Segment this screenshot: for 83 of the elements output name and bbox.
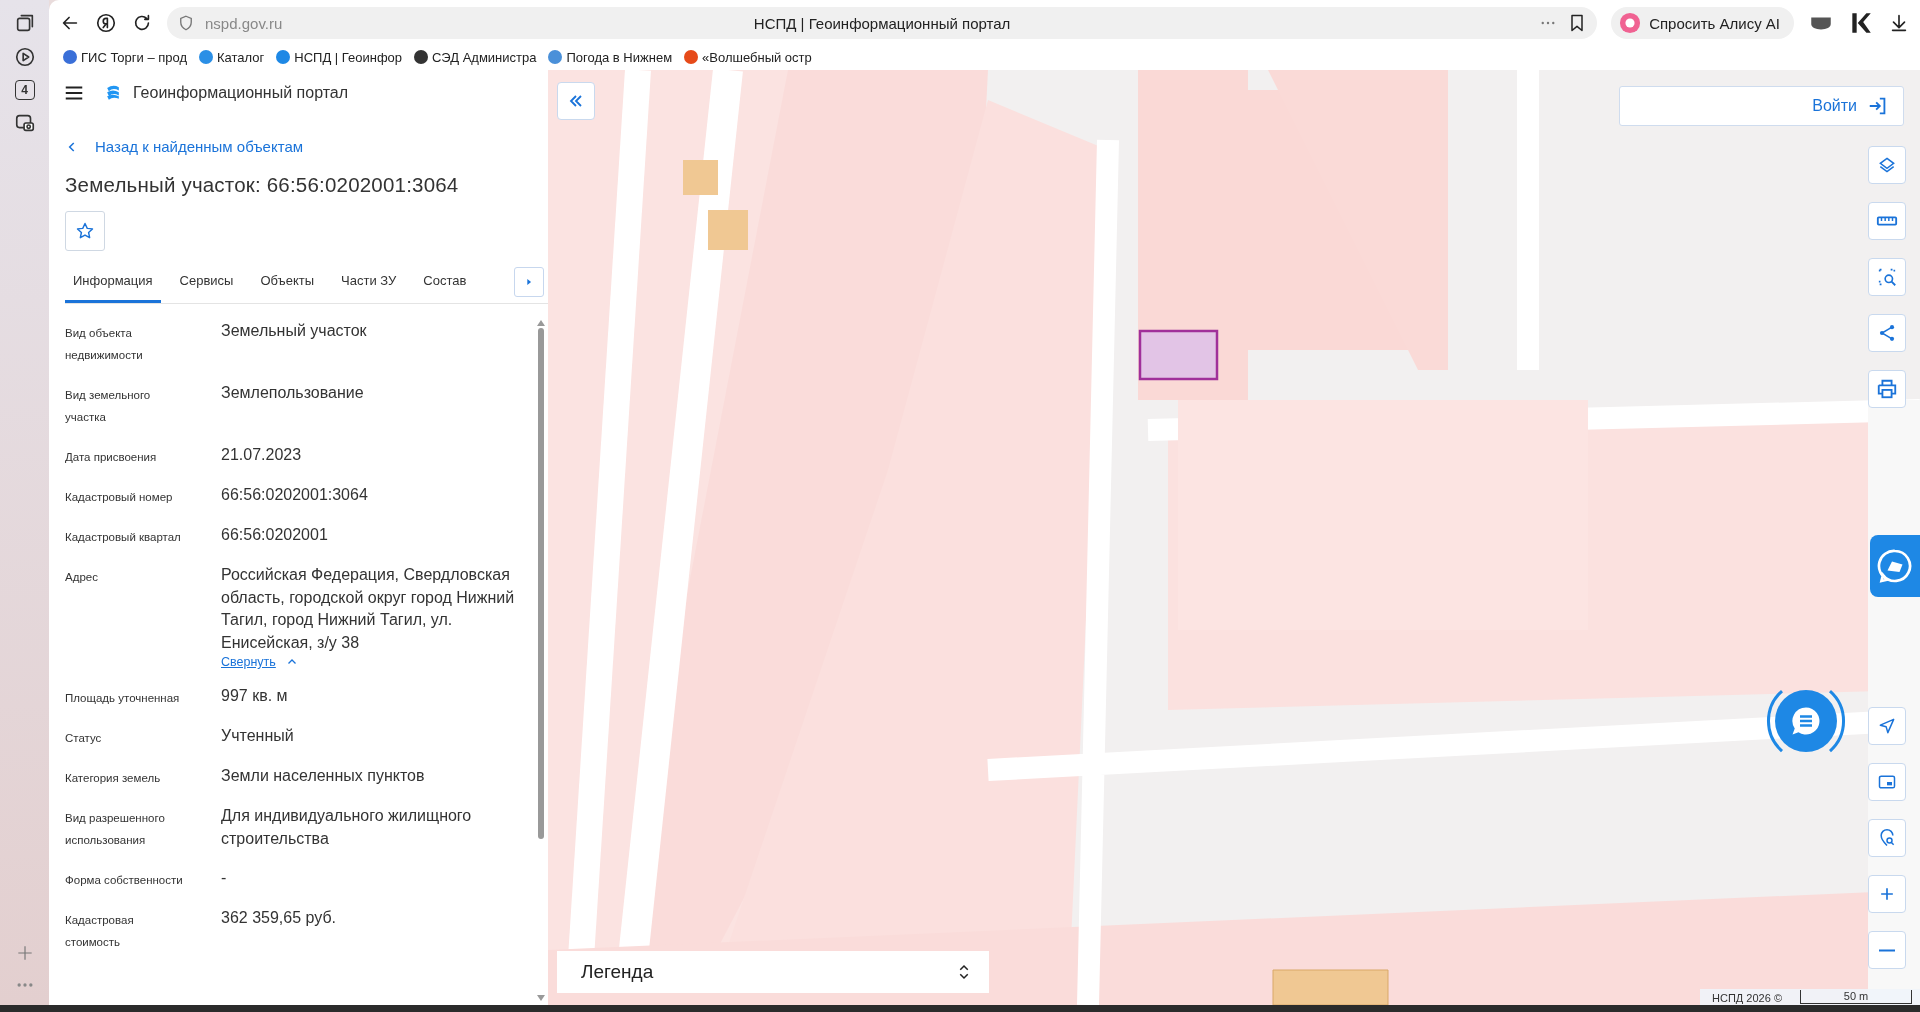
tab[interactable]: Состав [415, 263, 475, 303]
print-button[interactable] [1868, 370, 1906, 408]
app-title: Геоинформационный портал [133, 84, 349, 102]
field-label: Категория земель [65, 771, 162, 786]
back-link[interactable]: Назад к найденным объектам [65, 138, 304, 155]
favorite-button[interactable] [65, 211, 105, 251]
address-bar[interactable]: nspd.gov.ru НСПД | Геоинформационный портал [167, 7, 1598, 39]
bookmark-icon [276, 50, 291, 64]
bookmark[interactable]: НСПД | Геоинфор [276, 49, 403, 65]
field-label: Адрес [65, 570, 99, 585]
share-icon [1877, 323, 1897, 343]
area-search-button[interactable] [1868, 258, 1906, 296]
alice-button[interactable]: Спросить Алису AI [1611, 7, 1794, 39]
field-value: Для индивидуального жилищного строительства [221, 806, 473, 849]
field-value: - [221, 868, 228, 888]
field-label: Статус [65, 731, 103, 746]
star-icon [75, 221, 95, 241]
bookmark[interactable]: СЭД Администра [414, 49, 537, 65]
collapse-link[interactable]: Свернуть [221, 655, 276, 669]
alice-icon [1619, 12, 1642, 34]
field-label: Площадь уточненная [65, 691, 181, 706]
pin-search-icon [1877, 828, 1897, 848]
tab[interactable]: Сервисы [171, 263, 242, 303]
layers-button[interactable] [1868, 146, 1906, 184]
field-value: 66:56:0202001:3064 [221, 485, 369, 505]
attribution-text: НСПД 2026 © [1712, 992, 1782, 1004]
bookmark[interactable]: Погода в Нижнем [548, 49, 673, 65]
collapse-panel-button[interactable] [557, 82, 595, 120]
field-value: 997 кв. м [221, 686, 289, 706]
area-search-icon [1876, 266, 1898, 288]
scroll-up-icon[interactable] [537, 320, 545, 326]
field-label: Дата присвоения [65, 450, 158, 465]
layers-icon [1877, 155, 1897, 175]
tab[interactable]: Информация [65, 263, 161, 303]
bookmark-icon [63, 50, 77, 64]
field-value: Учтенный [221, 726, 295, 746]
bookmark-icon [414, 50, 429, 64]
field-value: 66:56:0202001 [221, 525, 329, 545]
page-title: НСПД | Геоинформационный портал [753, 14, 1011, 32]
scroll-down-icon[interactable] [537, 995, 545, 1001]
field-value: Землепользование [221, 383, 365, 403]
bookmark-icon [684, 50, 699, 64]
print-icon [1876, 378, 1898, 400]
tab[interactable]: Объекты [252, 263, 323, 303]
field-value: Земли населенных пунктов [221, 766, 426, 786]
location-button[interactable] [1868, 707, 1906, 745]
pin-search-button[interactable] [1868, 819, 1906, 857]
field-value: Российская Федерация, Свердловская область, городской округ город Нижний Тагил, город Нижний Тагил, ул. Енисейская, з/у 38 [221, 565, 516, 653]
scale-bar: 50 m [1800, 990, 1912, 1004]
ruler-button[interactable] [1868, 202, 1906, 240]
object-heading: Земельный участок: 66:56:0202001:3064 [65, 173, 460, 197]
minimap-icon [1877, 772, 1897, 792]
play-icon[interactable] [13, 46, 36, 68]
bookmark[interactable]: «Волшебный остр [684, 49, 812, 65]
screenshot-icon[interactable] [13, 112, 36, 134]
minimap-button[interactable] [1868, 763, 1906, 801]
field-value: 362 359,65 руб. [221, 908, 338, 928]
tab[interactable]: Части ЗУ [333, 263, 405, 303]
field-label: Вид объекта недвижимости [65, 326, 144, 363]
assistant-icon [1877, 548, 1913, 584]
bookmark-icon [548, 50, 563, 64]
bookmark-icon [199, 50, 214, 64]
bookmark[interactable]: ГИС Торги – прод [63, 49, 188, 65]
field-value: 21.07.2023 [221, 445, 303, 465]
field-label: Кадастровая стоимость [65, 913, 135, 950]
field-value: Земельный участок [221, 321, 368, 341]
navigation-arrow-icon [1877, 716, 1897, 736]
url-text: nspd.gov.ru [205, 14, 283, 32]
field-label: Вид земельного участка [65, 388, 152, 425]
bookmark[interactable]: Каталог [199, 49, 265, 65]
yandex-icon[interactable] [95, 12, 117, 34]
scrollbar-thumb[interactable] [538, 328, 544, 839]
legend-dropdown[interactable]: Легенда [557, 951, 989, 993]
minus-icon [1879, 948, 1895, 952]
tab-count-badge[interactable]: 4 [14, 80, 35, 100]
zoom-in-button[interactable] [1868, 875, 1906, 913]
login-button[interactable]: Войти [1619, 86, 1904, 126]
field-label: Кадастровый номер [65, 490, 174, 505]
share-button[interactable] [1868, 314, 1906, 352]
field-label: Кадастровый квартал [65, 530, 182, 545]
assistant-tab[interactable] [1870, 535, 1920, 597]
field-label: Форма собственности [65, 873, 184, 888]
field-label: Вид разрешенного использования [65, 811, 166, 848]
